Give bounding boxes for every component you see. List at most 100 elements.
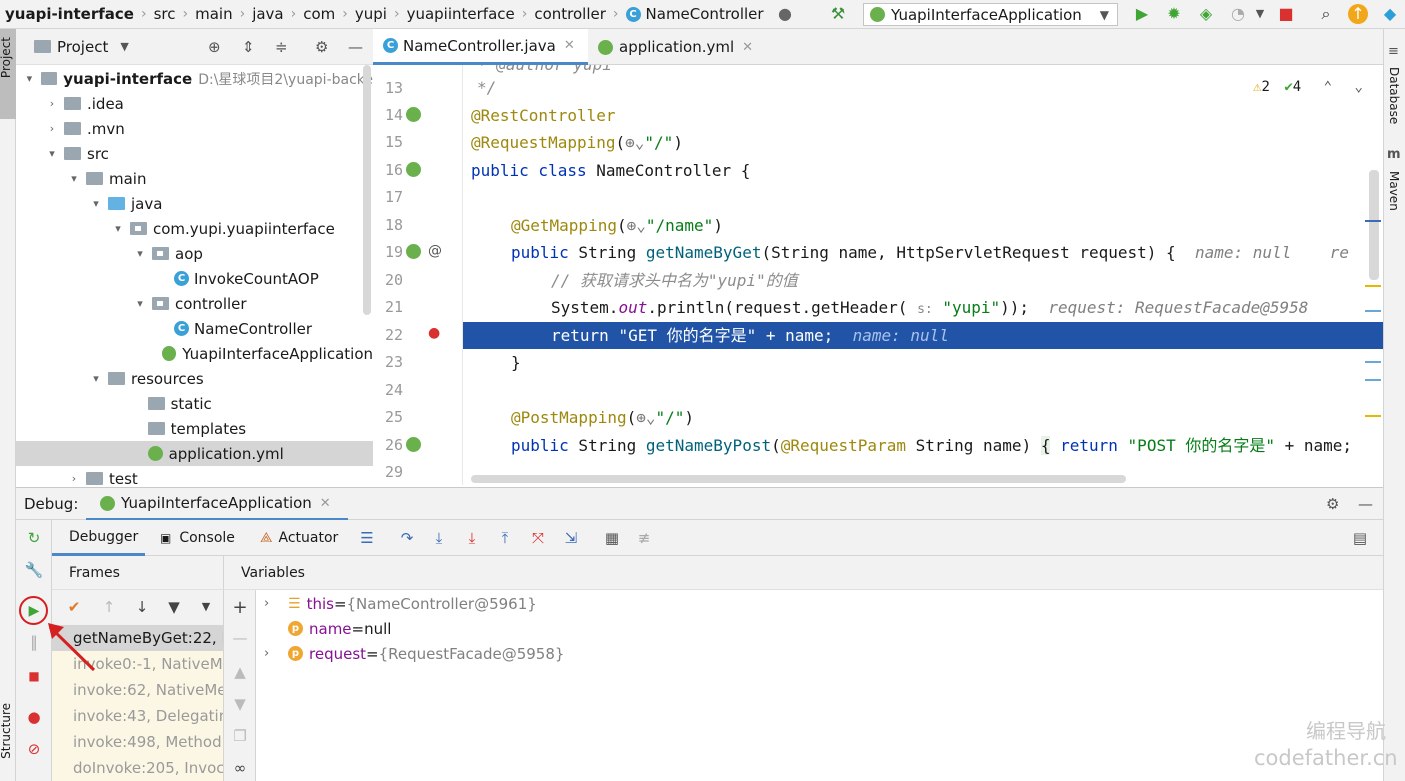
stack-frame[interactable]: invoke:62, NativeMet [52, 677, 223, 703]
structure-tool-tab[interactable]: Structure [0, 703, 13, 759]
locate-icon[interactable]: ⊕ [208, 38, 221, 56]
expand-arrow-icon[interactable]: ▾ [132, 297, 148, 310]
spring-bean-icon[interactable] [406, 107, 421, 122]
evaluate-icon[interactable]: ▦ [602, 528, 622, 548]
run-icon[interactable]: ▶ [1132, 4, 1152, 24]
expand-arrow-icon[interactable]: › [264, 646, 280, 661]
filter-icon[interactable]: ▼ [164, 597, 184, 617]
database-tool-tab[interactable]: Database [1387, 67, 1401, 124]
layout-icon[interactable]: ▤ [1350, 528, 1370, 548]
tree-item[interactable]: C NameController [16, 316, 373, 341]
inspection-summary[interactable]: ⚠2 ✔4 ⌃ ⌄ [1253, 79, 1363, 95]
expand-arrow-icon[interactable]: ▾ [66, 172, 82, 185]
toolbox-icon[interactable]: ◆ [1380, 4, 1400, 24]
expand-arrow-icon[interactable]: ▾ [44, 147, 60, 160]
run-to-cursor-icon[interactable]: ⇲ [561, 528, 581, 548]
chevron-down-icon[interactable]: ⌄ [1355, 79, 1363, 95]
tab-namecontroller[interactable]: C NameController.java ✕ [373, 29, 588, 65]
search-icon[interactable]: ⌕ [1316, 4, 1336, 24]
breadcrumb-yupi[interactable]: yupi [351, 5, 391, 23]
project-panel-title[interactable]: Project [57, 38, 108, 56]
step-out-icon[interactable]: ⤒ [495, 528, 515, 548]
tree-item[interactable]: › test [16, 466, 373, 485]
maven-tool-tab[interactable]: Maven [1387, 171, 1401, 211]
expand-arrow-icon[interactable]: › [44, 122, 60, 135]
breadcrumb-com[interactable]: com [299, 5, 339, 23]
project-tool-tab[interactable]: Project [0, 29, 16, 119]
collapse-all-icon[interactable]: ≑ [275, 38, 288, 56]
update-icon[interactable]: ↑ [1348, 4, 1368, 24]
view-breakpoints-icon[interactable]: ● [24, 707, 44, 727]
step-over-icon[interactable]: ↷ [397, 528, 417, 548]
expand-arrow-icon[interactable]: ▾ [132, 247, 148, 260]
endpoint-icon[interactable]: @ [428, 243, 442, 259]
minimize-icon[interactable]: — [348, 38, 363, 56]
tab-debugger[interactable]: Debugger [52, 520, 145, 556]
code-editor[interactable]: * @author yupi */ @RestController @Reque… [463, 65, 1383, 485]
breadcrumb-controller[interactable]: controller [530, 5, 610, 23]
debug-icon[interactable]: ✹ [1164, 4, 1184, 24]
step-into-icon[interactable]: ⤓ [429, 528, 449, 548]
breakpoint-icon[interactable]: ● [428, 325, 440, 341]
tab-application-yml[interactable]: application.yml ✕ [588, 29, 763, 65]
remove-watch-icon[interactable]: — [230, 628, 250, 648]
wrench-icon[interactable]: 🔧 [24, 560, 44, 580]
breadcrumb-yuapiinterface[interactable]: yuapiinterface [403, 5, 519, 23]
move-down-icon[interactable]: ▼ [230, 694, 250, 714]
tree-item[interactable]: templates [16, 416, 373, 441]
spring-bean-icon[interactable] [406, 162, 421, 177]
profile-icon[interactable]: ◔ [1228, 4, 1248, 24]
tree-item[interactable]: ▾ java [16, 191, 373, 216]
add-watch-icon[interactable]: + [230, 598, 250, 618]
coverage-icon[interactable]: ◈ [1196, 4, 1216, 24]
tree-item[interactable]: ▾ aop [16, 241, 373, 266]
move-up-icon[interactable]: ▲ [230, 662, 250, 682]
expand-arrow-icon[interactable]: ▾ [88, 197, 104, 210]
force-step-into-icon[interactable]: ⤓ [462, 528, 482, 548]
mute-breakpoints-icon[interactable]: ⊘ [24, 739, 44, 759]
expand-arrow-icon[interactable]: ▾ [88, 372, 104, 385]
variable-row[interactable]: › ☰ this = {NameController@5961} [256, 591, 537, 616]
close-icon[interactable]: ✕ [320, 496, 331, 511]
trace-icon[interactable]: ≢ [634, 528, 654, 548]
debug-session-tab[interactable]: YuapiInterfaceApplication ✕ [86, 488, 348, 521]
expand-arrow-icon[interactable]: › [264, 596, 280, 611]
expand-arrow-icon[interactable]: › [66, 472, 82, 485]
tab-actuator[interactable]: ⟁ Actuator [260, 520, 338, 556]
arrow-up-icon[interactable]: ↑ [99, 597, 119, 617]
stack-frame[interactable]: invoke:43, Delegating [52, 703, 223, 729]
gear-icon[interactable]: ⚙ [315, 38, 328, 56]
chevron-up-icon[interactable]: ⌃ [1324, 79, 1332, 95]
variable-row[interactable]: › p request = {RequestFacade@5958} [256, 641, 564, 666]
run-config-selector[interactable]: YuapiInterfaceApplication ▼ [863, 3, 1118, 26]
copy-icon[interactable]: ❐ [230, 726, 250, 746]
minimize-icon[interactable]: — [1358, 495, 1373, 513]
breadcrumb-project[interactable]: yuapi-interface [0, 5, 138, 23]
rerun-icon[interactable]: ↻ [24, 528, 44, 548]
tree-item[interactable]: ▾ controller [16, 291, 373, 316]
check-icon[interactable]: ✔ [64, 597, 84, 617]
tree-item[interactable]: ▾ src [16, 141, 373, 166]
tree-item[interactable]: ▾ resources [16, 366, 373, 391]
breadcrumb-main[interactable]: main [191, 5, 236, 23]
chevron-down-icon[interactable]: ▼ [120, 40, 128, 53]
close-icon[interactable]: ✕ [564, 38, 575, 53]
more-run-icon[interactable]: ▼ [1250, 4, 1270, 24]
chevron-down-icon[interactable]: ▼ [196, 597, 216, 617]
tree-item[interactable]: › .idea [16, 91, 373, 116]
expand-arrow-icon[interactable]: ▾ [22, 72, 37, 85]
tree-scrollbar[interactable] [363, 65, 371, 315]
stack-frame[interactable]: invoke:498, Method [52, 729, 223, 755]
glasses-icon[interactable]: ∞ [230, 758, 250, 778]
tree-item[interactable]: ▾ com.yupi.yuapiinterface [16, 216, 373, 241]
drop-frame-icon[interactable]: ⤧ [528, 528, 548, 548]
stop-icon[interactable]: ■ [1276, 4, 1296, 24]
spring-mapping-icon[interactable] [406, 244, 421, 259]
expand-arrow-icon[interactable]: › [44, 97, 60, 110]
breadcrumb-src[interactable]: src [150, 5, 180, 23]
tree-item[interactable]: static [16, 391, 373, 416]
hammer-icon[interactable]: ⚒ [828, 4, 848, 24]
close-icon[interactable]: ✕ [742, 40, 753, 55]
tree-item[interactable]: ▾ main [16, 166, 373, 191]
expand-all-icon[interactable]: ⇕ [242, 38, 255, 56]
